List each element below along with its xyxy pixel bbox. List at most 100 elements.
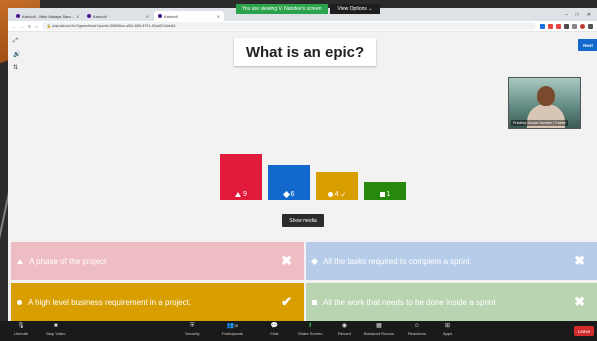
close-tab-icon[interactable]: ✕ [146,14,149,19]
close-tab-icon[interactable]: ✕ [217,14,220,19]
show-media-button[interactable]: Show media [282,214,324,227]
kahoot-favicon-icon [16,14,20,18]
kahoot-favicon-icon [87,14,91,18]
close-tab-icon[interactable]: ✕ [76,14,79,19]
square-icon [312,299,317,305]
square-icon [379,192,385,197]
apps-icon: ⊞ [445,323,451,329]
result-bar-circle: 4 ✓ [316,171,358,200]
result-bar-square: 1 [364,182,406,200]
participant-video[interactable]: Pradeep Kumar Nandee | Trainer [508,77,581,129]
browser-tab[interactable]: Kahoot! - Nitin Malaya Sam... ✕ [12,11,82,21]
shield-icon: ⛨ [189,323,195,329]
diamond-icon [310,257,319,265]
security-button[interactable]: ⛨ Security [185,323,199,336]
chat-icon: 💬 [270,323,278,329]
triangle-icon [235,192,242,197]
answer-options: A phase of the project ✖ All the tasks r… [11,242,597,321]
answer-text: All the work that needs to be done insid… [323,297,496,307]
volume-icon[interactable]: 🔊 [13,51,20,58]
participants-button[interactable]: 👥28 Participants [222,323,243,336]
close-window-icon[interactable]: ✕ [587,12,591,18]
browser-window: Kahoot! - Nitin Malaya Sam... ✕ Kahoot! … [8,8,597,321]
toolbar-label: Reactions [408,331,426,336]
answer-text: A phase of the project [29,256,107,266]
extension-icon[interactable] [564,23,569,29]
apps-button[interactable]: ⊞ Apps [443,323,452,336]
stop-video-button[interactable]: ■ Stop Video [46,323,66,336]
viewing-screen-label: You are viewing V. Nandee's screen [236,4,328,14]
screen-share-banner: You are viewing V. Nandee's screen View … [236,4,381,14]
minimize-icon[interactable]: – [565,12,568,18]
bar-label: 1 [364,189,406,200]
bar-label: 4 ✓ [316,189,358,200]
wrong-mark-icon: ✖ [574,253,585,268]
browser-tab[interactable]: Kahoot! ✕ [83,11,153,21]
settings-icon[interactable]: ⇅ [13,64,20,71]
breakout-rooms-icon: ▦ [376,323,382,329]
toolbar-label: Participants [222,331,243,336]
toolbar-label: Chat [270,331,279,336]
extension-icon[interactable] [556,23,561,29]
tab-title: Kahoot! [93,13,107,19]
extension-icon[interactable] [540,23,545,29]
toolbar-label: Security [185,331,200,336]
toolbar-label: Unmute [14,331,29,336]
bar-label: 9 [220,189,262,200]
expand-icon[interactable]: ⤢ [13,38,20,45]
answer-results-chart: 9 6 4 ✓ 1 [208,150,408,200]
result-bar-diamond: 6 [268,164,310,200]
participant-name: Pradeep Kumar Nandee | Trainer [511,120,568,126]
answer-option-diamond[interactable]: All the tasks required to complete a spr… [306,242,597,280]
correct-check-icon: ✓ [340,191,347,199]
kahoot-game-area: ⤢ 🔊 ⇅ What is an epic? Next Pradeep Kuma… [8,32,597,321]
answer-option-circle[interactable]: A high level business requirement in a p… [11,283,304,321]
toolbar-label: Stop Video [46,331,66,336]
record-button[interactable]: ◉ Record [338,323,351,336]
share-screen-button[interactable]: ⬆ Share Screen [298,323,322,336]
url-text: play.kahoot.it/v2/gameblock?quizId=3989f… [52,24,176,28]
leave-meeting-button[interactable]: Leave [574,326,594,336]
toolbar-label: Breakout Rooms [364,331,394,336]
toolbar-label: Share Screen [298,331,323,336]
answer-text: A high level business requirement in a p… [28,297,192,307]
breakout-rooms-button[interactable]: ▦ Breakout Rooms [364,323,394,336]
answer-option-square[interactable]: All the work that needs to be done insid… [306,283,597,321]
video-person-head [537,86,555,106]
maximize-icon[interactable]: □ [576,12,579,18]
url-field[interactable]: 🔒 play.kahoot.it/v2/gameblock?quizId=398… [41,22,536,30]
video-camera-icon: ■ [53,323,58,329]
reactions-icon: ☺ [413,323,420,329]
participants-count: 28 [234,324,239,328]
circle-icon [17,299,22,305]
bar-label: 6 [268,189,310,200]
extension-icon[interactable] [548,23,553,29]
answer-option-triangle[interactable]: A phase of the project ✖ [11,242,304,280]
forward-icon[interactable]: → [20,24,24,29]
microphone-muted-icon: 🎙 [17,323,25,329]
profile-avatar[interactable] [580,23,585,29]
reload-icon[interactable]: ↻ [28,24,31,29]
chat-button[interactable]: 💬 Chat [270,323,278,336]
unmute-button[interactable]: 🎙 Unmute [14,323,28,336]
bar-count: 1 [386,191,391,198]
extension-icon[interactable] [572,23,577,29]
back-icon[interactable]: ← [12,24,16,29]
toolbar-label: Record [338,331,351,336]
answer-text: All the tasks required to complete a spr… [323,256,470,266]
bar-count: 6 [290,191,295,198]
wrong-mark-icon: ✖ [281,253,292,268]
toolbar-label: Apps [443,331,453,336]
share-screen-icon: ⬆ [307,323,313,329]
home-icon[interactable]: ⌂ [35,24,37,29]
bar-count: 9 [243,191,247,198]
reactions-button[interactable]: ☺ Reactions [408,323,426,336]
view-options-button[interactable]: View Options ⌄ [329,4,381,14]
circle-icon [327,192,333,197]
next-button[interactable]: Next [578,39,597,51]
menu-icon[interactable] [588,23,593,29]
tab-title: Kahoot! - Nitin Malaya Sam... [22,13,75,19]
browser-tab-active[interactable]: Kahoot! ✕ [154,11,224,21]
address-bar: ← → ↻ ⌂ 🔒 play.kahoot.it/v2/gameblock?qu… [8,21,597,32]
record-icon: ◉ [341,323,348,329]
